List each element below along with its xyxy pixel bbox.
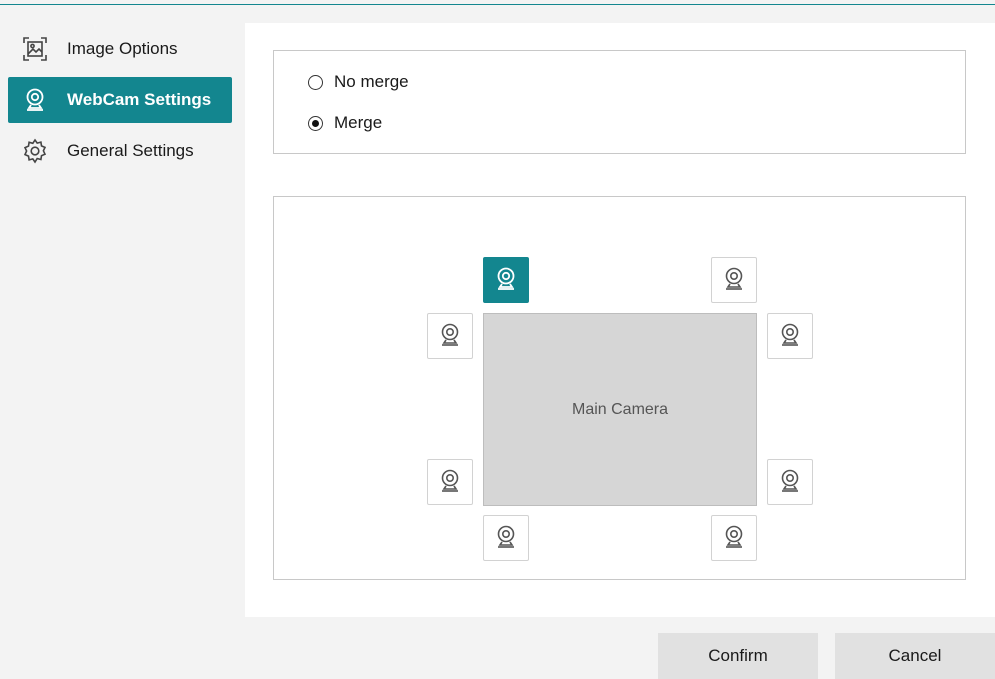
webcam-icon	[725, 267, 743, 290]
webcam-icon	[20, 85, 50, 115]
cam-slot-bottom-left[interactable]	[483, 515, 529, 561]
sidebar-item-general-settings[interactable]: General Settings	[8, 128, 232, 174]
sidebar-item-label: WebCam Settings	[67, 90, 212, 109]
webcam-icon	[781, 469, 799, 492]
sidebar-item-label: General Settings	[67, 141, 194, 160]
confirm-button[interactable]: Confirm	[658, 633, 818, 679]
webcam-icon	[497, 267, 515, 290]
cam-slot-right-top[interactable]	[767, 313, 813, 359]
webcam-icon	[725, 525, 743, 548]
merge-radio[interactable]	[308, 115, 323, 131]
webcam-icon	[441, 469, 459, 492]
sidebar-item-label: Image Options	[67, 39, 178, 58]
cam-slot-left-bottom[interactable]	[427, 459, 473, 505]
main-camera-label: Main Camera	[571, 400, 669, 418]
cam-slot-left-top[interactable]	[427, 313, 473, 359]
sidebar-item-webcam-settings[interactable]: WebCam Settings	[8, 77, 232, 123]
sidebar-item-image-options[interactable]: Image Options	[8, 26, 232, 72]
no-merge-label: No merge	[334, 72, 409, 91]
cam-slot-top-right[interactable]	[711, 257, 757, 303]
image-options-icon	[20, 34, 50, 64]
webcam-icon	[497, 525, 515, 548]
no-merge-radio[interactable]	[308, 74, 323, 90]
gear-icon	[20, 136, 50, 166]
merge-label: Merge	[334, 113, 383, 132]
merge-radio-option[interactable]: Merge	[308, 113, 382, 133]
top-accent-line	[0, 4, 995, 5]
main-camera-preview: Main Camera	[483, 313, 757, 506]
cam-slot-bottom-right[interactable]	[711, 515, 757, 561]
cam-slot-top-left[interactable]	[483, 257, 529, 303]
merge-options-group: No merge Merge	[273, 50, 966, 154]
cancel-button[interactable]: Cancel	[835, 633, 995, 679]
no-merge-radio-option[interactable]: No merge	[308, 72, 409, 92]
cam-slot-right-bottom[interactable]	[767, 459, 813, 505]
webcam-icon	[441, 323, 459, 346]
webcam-icon	[781, 323, 799, 346]
